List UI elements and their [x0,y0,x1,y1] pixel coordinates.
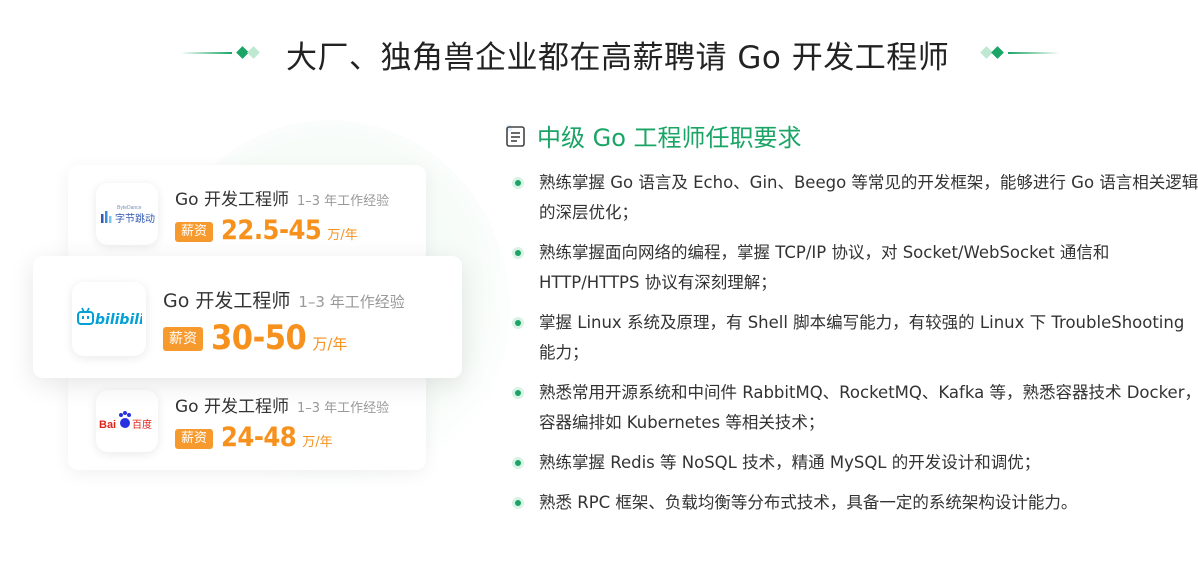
salary-value: 24-48 [221,422,297,453]
list-item: 熟练掌握面向网络的编程，掌握 TCP/IP 协议，对 Socket/WebSoc… [511,238,1198,298]
salary-info: 薪资 30-50 万/年 [163,318,347,358]
salary-unit: 万/年 [312,335,348,353]
decorative-line-right-icon [980,46,1060,59]
salary-unit: 万/年 [302,435,333,450]
bullet-dot-icon [512,177,524,189]
baidu-logo: Bai 百度 [96,390,158,452]
salary-value: 30-50 [211,318,307,358]
list-item: 熟悉 RPC 框架、负载均衡等分布式技术，具备一定的系统架构设计能力。 [511,488,1198,518]
job-card-bilibili[interactable]: bilibili Go 开发工程师 1–3 年工作经验 薪资 30-50 万/年 [33,256,462,378]
requirements-title: 中级 Go 工程师任职要求 [537,124,802,152]
bilibili-logo-icon: bilibili [77,307,142,328]
bullet-dot-icon [512,457,524,469]
salary-badge: 薪资 [175,429,214,449]
job-card-bytedance[interactable]: ByteDance 字节跳动 Go 开发工程师 1–3 年工作经验 薪资 22.5… [68,165,426,262]
bullet-dot-icon [512,497,524,509]
salary-unit: 万/年 [327,228,358,243]
salary-info: 薪资 22.5-45 万/年 [175,215,358,246]
baidu-logo-icon: Bai 百度 [99,411,152,431]
bullet-dot-icon [512,317,524,329]
job-title: Go 开发工程师 1–3 年工作经验 [163,290,405,312]
bullet-dot-icon [512,387,524,399]
svg-text:Bai: Bai [99,419,116,431]
svg-text:bilibili: bilibili [95,312,142,328]
document-icon [505,124,525,147]
requirements-list: 熟练掌握 Go 语言及 Echo、Gin、Beego 等常见的开发框架，能够进行… [511,168,1198,528]
requirements-heading: 中级 Go 工程师任职要求 [505,118,802,153]
bullet-dot-icon [512,247,524,259]
salary-value: 22.5-45 [221,215,322,246]
section-header: 大厂、独角兽企业都在高薪聘请 Go 开发工程师 [0,28,1198,80]
list-item: 熟悉常用开源系统和中间件 RabbitMQ、RocketMQ、Kafka 等，熟… [511,378,1198,438]
svg-text:字节跳动: 字节跳动 [115,212,155,225]
list-item: 掌握 Linux 系统及原理，有 Shell 脚本编写能力，有较强的 Linux… [511,308,1198,368]
bytedance-logo-icon: ByteDance 字节跳动 [101,205,155,225]
salary-badge: 薪资 [163,327,203,351]
salary-badge: 薪资 [175,222,214,242]
job-card-baidu[interactable]: Bai 百度 Go 开发工程师 1–3 年工作经验 薪资 24-48 万/年 [68,372,426,470]
page-title: 大厂、独角兽企业都在高薪聘请 Go 开发工程师 [286,40,950,76]
job-title: Go 开发工程师 1–3 年工作经验 [175,190,390,210]
svg-text:百度: 百度 [132,418,152,431]
bytedance-logo: ByteDance 字节跳动 [96,183,158,245]
list-item: 熟练掌握 Go 语言及 Echo、Gin、Beego 等常见的开发框架，能够进行… [511,168,1198,228]
list-item: 熟练掌握 Redis 等 NoSQL 技术，精通 MySQL 的开发设计和调优； [511,448,1198,478]
bilibili-logo: bilibili [72,282,146,356]
decorative-line-left-icon [180,46,260,59]
salary-info: 薪资 24-48 万/年 [175,422,333,453]
svg-text:ByteDance: ByteDance [117,205,142,211]
job-title: Go 开发工程师 1–3 年工作经验 [175,397,390,417]
